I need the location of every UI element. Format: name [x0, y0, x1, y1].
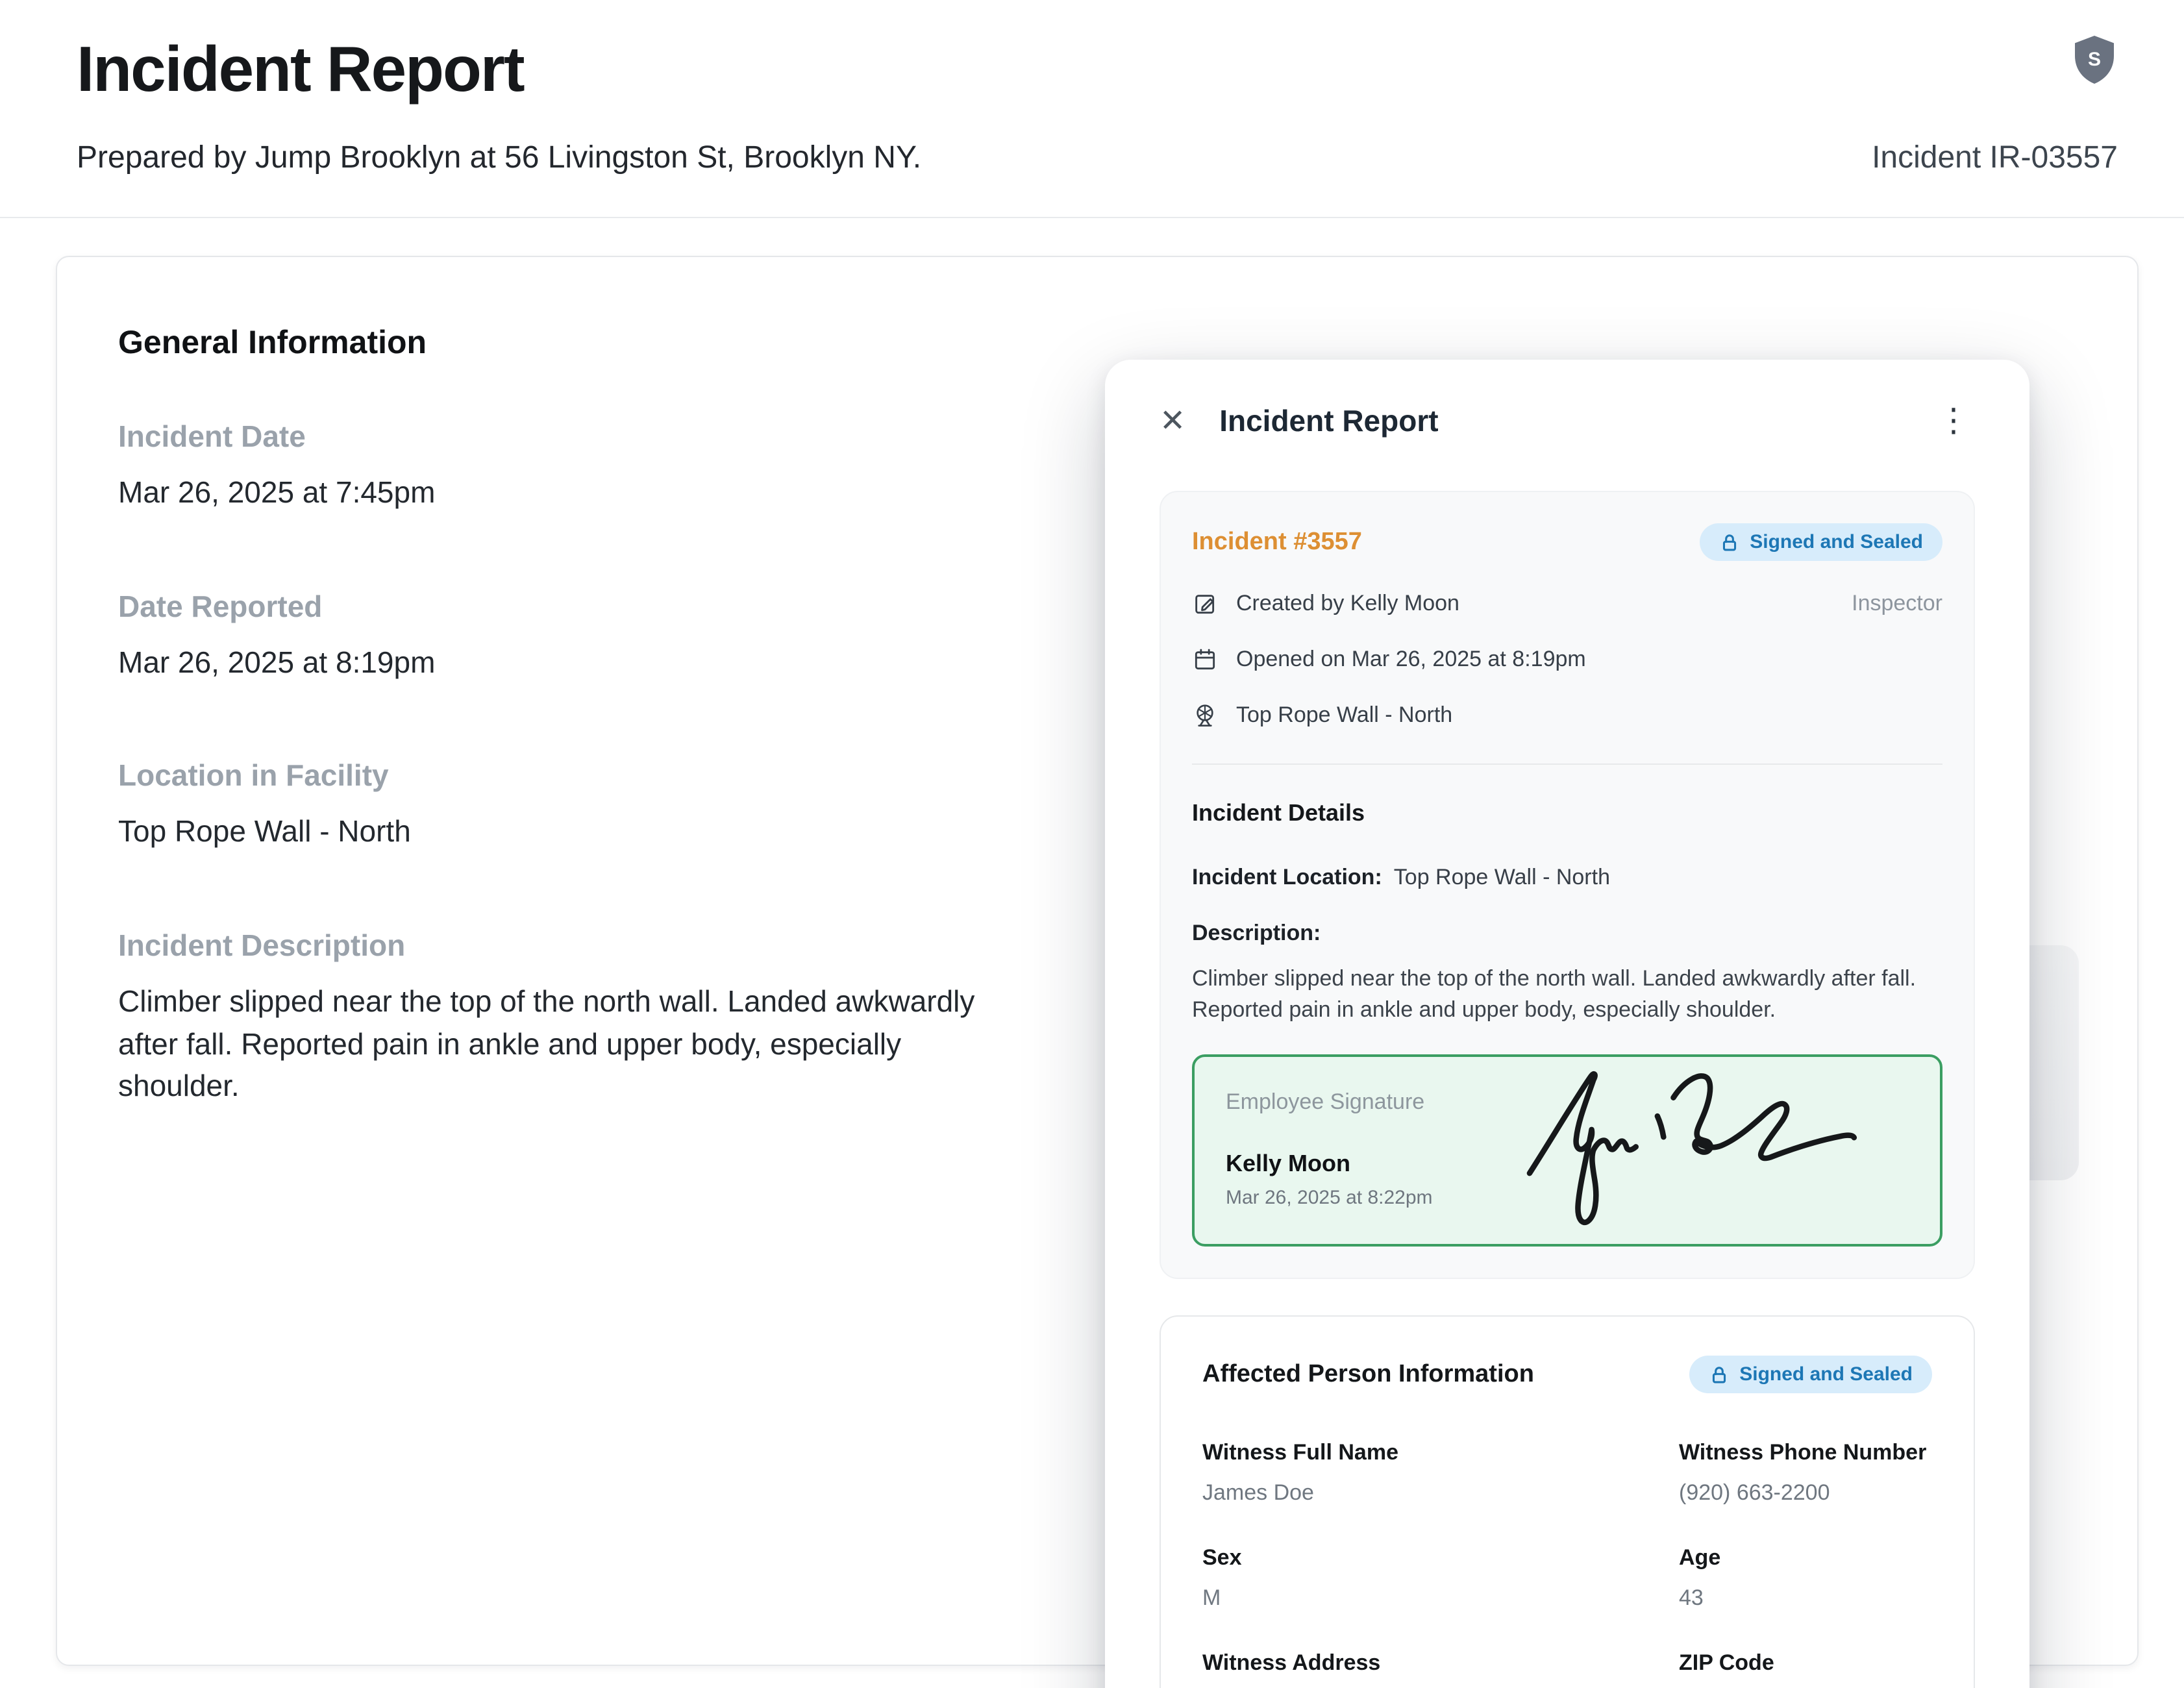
incident-location: Top Rope Wall - North	[1236, 702, 1452, 728]
incident-summary-card: Incident #3557 Signed and Sealed Created…	[1160, 491, 1975, 1280]
field-value: M	[1202, 1586, 1679, 1612]
field-label: Witness Full Name	[1202, 1441, 1679, 1467]
field-sex: Sex M	[1202, 1546, 1679, 1612]
incident-number: Incident #3557	[1192, 528, 1362, 556]
field-witness-address: Witness Address	[1202, 1651, 1679, 1688]
field-value: 43	[1679, 1586, 1932, 1612]
kebab-menu-icon[interactable]: ⋮	[1932, 405, 1975, 438]
affected-person-grid: Witness Full Name James Doe Witness Phon…	[1202, 1441, 1932, 1688]
field-label: Witness Address	[1202, 1651, 1679, 1677]
field-value: James Doe	[1202, 1481, 1679, 1507]
modal-header: ✕ Incident Report ⋮	[1160, 404, 1975, 439]
incident-location-row: Incident Location: Top Rope Wall - North	[1192, 865, 1942, 891]
field-label: Age	[1679, 1546, 1932, 1572]
ferris-wheel-icon	[1192, 702, 1218, 728]
close-icon[interactable]: ✕	[1160, 406, 1185, 437]
incident-location-value: Top Rope Wall - North	[1394, 865, 1610, 889]
field-label: Witness Phone Number	[1679, 1441, 1932, 1467]
lock-icon	[1719, 532, 1739, 552]
created-by: Created by Kelly Moon	[1236, 591, 1459, 617]
incident-report-modal: ✕ Incident Report ⋮ Incident #3557 Signe…	[1105, 360, 2029, 1688]
employee-signature-box: Employee Signature Kelly Moon Mar 26, 20…	[1192, 1055, 1942, 1247]
incident-details-heading: Incident Details	[1192, 800, 1942, 827]
description-label: Description:	[1192, 921, 1942, 947]
page-title: Incident Report	[77, 34, 524, 106]
shield-letter: S	[2088, 49, 2101, 70]
lock-icon	[1708, 1365, 1729, 1385]
badge-label: Signed and Sealed	[1750, 531, 1923, 553]
affected-top-row: Affected Person Information Signed and S…	[1202, 1356, 1932, 1394]
description-text: Climber slipped near the top of the nort…	[1192, 963, 1942, 1026]
modal-title: Incident Report	[1219, 404, 1438, 439]
signed-sealed-badge: Signed and Sealed	[1699, 523, 1942, 561]
incident-reference: Incident IR-03557	[1872, 140, 2118, 177]
field-label: ZIP Code	[1679, 1651, 1932, 1677]
field-value: Climber slipped near the top of the nort…	[118, 980, 975, 1108]
field-label: Sex	[1202, 1546, 1679, 1572]
field-zip-code: ZIP Code	[1679, 1651, 1932, 1688]
opened-on: Opened on Mar 26, 2025 at 8:19pm	[1236, 647, 1586, 673]
general-information-title: General Information	[118, 325, 2076, 362]
affected-person-heading: Affected Person Information	[1202, 1361, 1534, 1389]
shield-icon: S	[2071, 34, 2118, 86]
signed-sealed-badge: Signed and Sealed	[1689, 1356, 1932, 1394]
opened-on-row: Opened on Mar 26, 2025 at 8:19pm	[1192, 647, 1942, 673]
summary-top-row: Incident #3557 Signed and Sealed	[1192, 523, 1942, 561]
field-witness-full-name: Witness Full Name James Doe	[1202, 1441, 1679, 1507]
created-by-row: Created by Kelly Moon Inspector	[1192, 591, 1942, 617]
handwritten-signature	[1496, 1060, 1885, 1245]
calendar-icon	[1192, 647, 1218, 673]
affected-person-card: Affected Person Information Signed and S…	[1160, 1316, 1975, 1688]
field-witness-phone: Witness Phone Number (920) 663-2200	[1679, 1441, 1932, 1507]
page-header: Incident Report Prepared by Jump Brookly…	[0, 0, 2184, 218]
divider	[1192, 763, 1942, 765]
incident-location-label: Incident Location:	[1192, 865, 1382, 889]
page: Incident Report Prepared by Jump Brookly…	[0, 0, 2184, 1688]
page-subtitle: Prepared by Jump Brooklyn at 56 Livingst…	[77, 140, 921, 177]
creator-role: Inspector	[1852, 591, 1942, 617]
location-row: Top Rope Wall - North	[1192, 702, 1942, 728]
field-value: (920) 663-2200	[1679, 1481, 1932, 1507]
badge-label: Signed and Sealed	[1739, 1364, 1913, 1386]
pencil-square-icon	[1192, 591, 1218, 617]
field-age: Age 43	[1679, 1546, 1932, 1612]
